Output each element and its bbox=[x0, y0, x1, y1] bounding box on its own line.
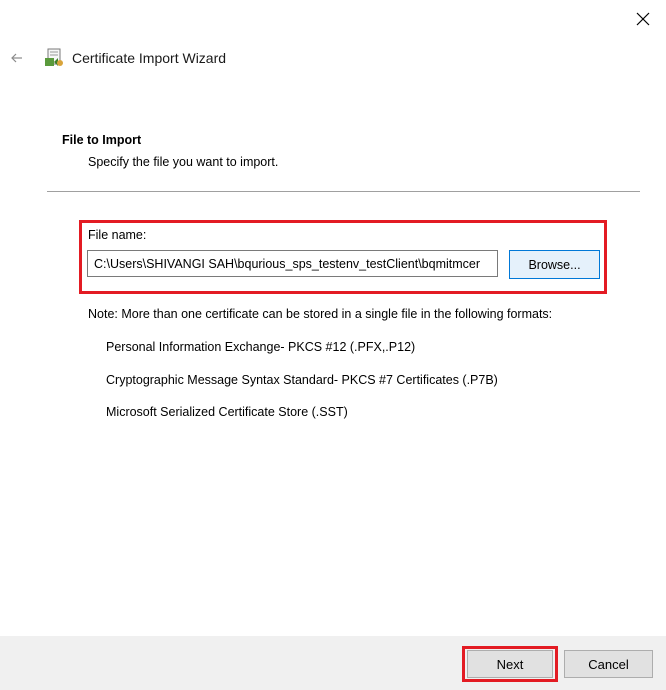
section-subheading: Specify the file you want to import. bbox=[88, 155, 279, 169]
back-button[interactable] bbox=[8, 49, 26, 67]
file-name-label: File name: bbox=[88, 228, 147, 242]
close-button[interactable] bbox=[632, 8, 654, 30]
format-item-pfx: Personal Information Exchange- PKCS #12 … bbox=[106, 340, 416, 354]
format-item-p7b: Cryptographic Message Syntax Standard- P… bbox=[106, 373, 498, 387]
back-arrow-icon bbox=[11, 53, 22, 63]
note-text: Note: More than one certificate can be s… bbox=[88, 307, 553, 321]
next-button[interactable]: Next bbox=[467, 650, 553, 678]
cancel-button[interactable]: Cancel bbox=[564, 650, 653, 678]
file-name-input[interactable] bbox=[87, 250, 498, 277]
browse-button[interactable]: Browse... bbox=[509, 250, 600, 279]
format-item-sst: Microsoft Serialized Certificate Store (… bbox=[106, 405, 348, 419]
certificate-icon bbox=[44, 47, 66, 69]
close-icon bbox=[636, 12, 650, 26]
window-title: Certificate Import Wizard bbox=[72, 50, 227, 66]
section-heading: File to Import bbox=[62, 133, 142, 147]
header-divider bbox=[47, 191, 640, 192]
